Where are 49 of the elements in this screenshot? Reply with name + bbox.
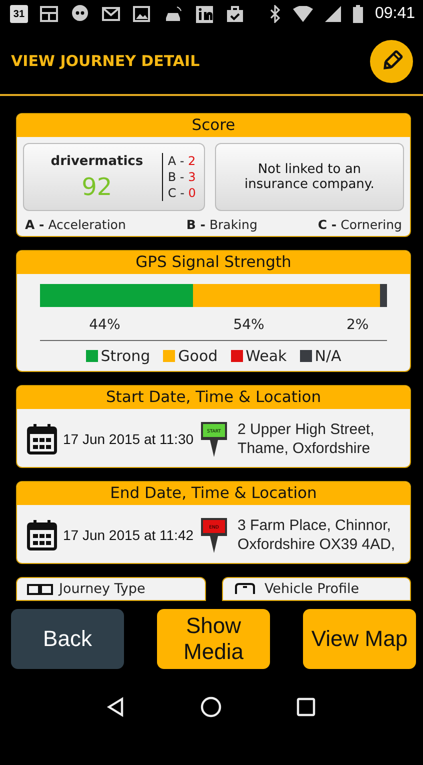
action-button[interactable]: View Map <box>303 609 416 669</box>
date-time: 17 Jun 2015 at 11:42 <box>63 527 194 543</box>
mail-icon <box>102 5 121 23</box>
calendar-icon <box>27 519 57 551</box>
grid-icon <box>40 5 59 23</box>
percent-label: 54% <box>233 317 264 333</box>
address-text: 2 Upper High Street, Thame, Oxfordshire <box>238 420 376 458</box>
breakdown-line: B - 3 <box>168 169 196 185</box>
section-card[interactable]: Vehicle Profile <box>222 577 411 601</box>
legend-label: Good <box>178 347 218 365</box>
pencil-icon <box>380 50 402 72</box>
date-time: 17 Jun 2015 at 11:30 <box>63 431 194 447</box>
action-button[interactable]: Back <box>11 609 124 669</box>
briefcase-check-icon <box>226 5 245 23</box>
linkedin-icon <box>194 5 214 23</box>
battery-icon <box>352 5 363 23</box>
section-card[interactable]: Journey Type <box>16 577 206 601</box>
legend-label: Strong <box>100 347 150 365</box>
percent-label: 44% <box>89 317 120 333</box>
legend-label: Weak <box>246 347 287 365</box>
panels-icon <box>27 582 53 596</box>
screen-title: VIEW JOURNEY DETAIL <box>11 52 200 70</box>
card-title: Score <box>17 114 410 137</box>
brand-name: drivermatics <box>50 154 144 168</box>
breakdown-line: A - 2 <box>168 153 196 169</box>
card-title: End Date, Time & Location <box>17 482 410 505</box>
home-icon <box>200 696 222 718</box>
calendar-icon[interactable]: 31 <box>10 5 28 23</box>
legend-label: N/A <box>314 347 342 365</box>
signal-icon <box>324 6 341 22</box>
clock-time: 09:41 <box>374 5 415 23</box>
legend-text: C - Cornering <box>318 217 402 232</box>
action-button[interactable]: Show Media <box>157 609 270 669</box>
card-title: Start Date, Time & Location <box>17 386 410 409</box>
legend-text: B - Braking <box>186 217 258 232</box>
image-icon <box>132 5 152 23</box>
calendar-icon <box>27 423 57 455</box>
recent-apps-icon <box>294 696 317 718</box>
breakdown-line: C - 0 <box>168 185 196 201</box>
wifi-icon <box>292 6 313 22</box>
percent-label: 2% <box>346 317 369 333</box>
address-text: 3 Farm Place, Chinnor, Oxfordshire OX39 4AD, <box>238 516 396 554</box>
score-value: 92 <box>82 172 112 200</box>
insurance-message: Not linked to an insurance company. <box>214 143 404 211</box>
legend-text: A - Acceleration <box>25 217 126 232</box>
bluetooth-icon <box>268 5 281 23</box>
edit-button[interactable] <box>370 40 413 82</box>
card-title: GPS Signal Strength <box>17 251 410 274</box>
chat-bubble-icon <box>70 5 90 23</box>
